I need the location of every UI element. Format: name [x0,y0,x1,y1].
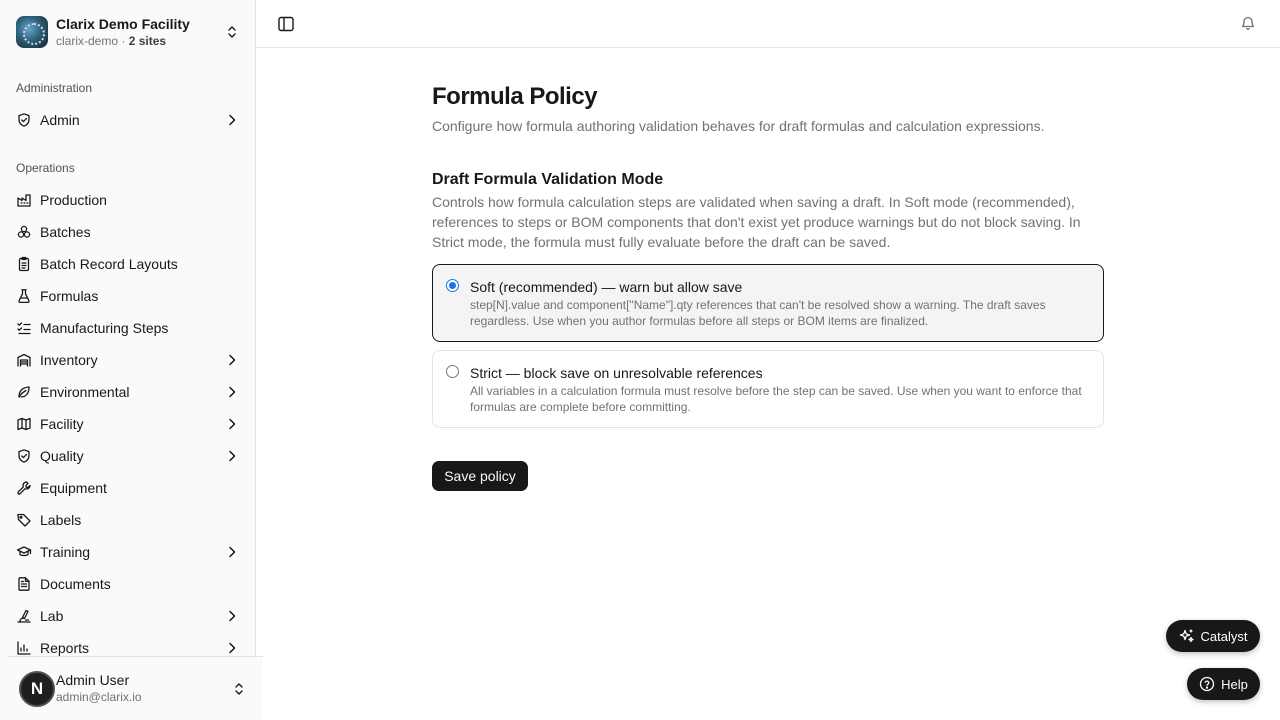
list-checks-icon [16,320,32,336]
option-soft[interactable]: Soft (recommended) — warn but allow save… [432,264,1104,342]
sidebar-item-quality[interactable]: Quality [8,440,248,472]
option-soft-description: step[N].value and component["Name"].qty … [470,298,1046,328]
shield-check-icon [16,112,32,128]
sidebar-item-label: Labels [40,512,82,528]
sidebar-item-label: Reports [40,640,90,656]
chevrons-up-down-icon [228,26,236,38]
sidebar-item-label: Facility [40,416,84,432]
sidebar-item-lab[interactable]: Lab [8,600,248,632]
sidebar-item-label: Production [40,192,107,208]
sidebar-item-label: Equipment [40,480,107,496]
leaf-icon [16,384,32,400]
sidebar-item-documents[interactable]: Documents [8,568,248,600]
sidebar-item-inventory[interactable]: Inventory [8,344,248,376]
sidebar-item-label: Manufacturing Steps [40,320,169,336]
org-sites: 2 sites [128,33,167,48]
help-button[interactable]: Help [1187,668,1260,700]
sidebar-item-label: Environmental [40,384,130,400]
sidebar-item-batches[interactable]: Batches [8,216,248,248]
sidebar-item-production[interactable]: Production [8,184,248,216]
org-separator: · [118,33,129,48]
page-title: Formula Policy [432,83,598,110]
user-email: admin@clarix.io [56,690,142,704]
bell-icon[interactable] [1240,15,1256,31]
top-header [256,0,1280,48]
section-title: Draft Formula Validation Mode [432,171,664,188]
flask-icon [16,288,32,304]
sidebar-toggle-icon[interactable] [276,14,296,34]
boxes-icon [16,224,32,240]
sparkles-icon [1179,629,1194,643]
sidebar-item-label: Formulas [40,288,99,304]
sidebar-item-environmental[interactable]: Environmental [8,376,248,408]
sidebar-item-label: Lab [40,608,64,624]
clipboard-list-icon [16,256,32,272]
org-text: Clarix Demo Facility clarix-demo · 2 sit… [56,16,224,49]
sidebar-item-label: Training [40,544,91,560]
file-text-icon [16,576,32,592]
option-strict[interactable]: Strict — block save on unresolvable refe… [432,350,1104,428]
group-label-administration: Administration [16,81,93,95]
bar-chart-icon [16,640,32,656]
chevron-right-icon [229,450,236,462]
chevron-right-icon [229,418,236,430]
section-description: Controls how formula calculation steps a… [432,194,1081,250]
chevron-right-icon [229,642,236,654]
sidebar-item-batch-record-layouts[interactable]: Batch Record Layouts [8,248,248,280]
sidebar-item-label: Documents [40,576,111,592]
option-strict-description: All variables in a calculation formula m… [470,384,1082,414]
catalyst-label: Catalyst [1200,628,1248,644]
factory-icon [16,192,32,208]
org-switcher[interactable]: Clarix Demo Facility clarix-demo · 2 sit… [8,8,248,56]
org-slug: clarix-demo [56,33,119,48]
chevron-right-icon [229,354,236,366]
group-label-operations: Operations [16,161,75,175]
option-strict-title: Strict — block save on unresolvable refe… [470,365,763,381]
chevrons-up-down-icon [235,682,243,695]
option-soft-title: Soft (recommended) — warn but allow save [470,279,743,295]
sidebar-item-manufacturing-steps[interactable]: Manufacturing Steps [8,312,248,344]
map-icon [16,416,32,432]
sidebar-item-label: Batch Record Layouts [40,256,178,272]
radio-strict[interactable] [446,365,459,378]
user-text: Admin User admin@clarix.io [56,672,231,705]
microscope-icon [16,608,32,624]
avatar: N [19,670,55,707]
sidebar-item-facility[interactable]: Facility [8,408,248,440]
chevron-right-icon [229,114,236,126]
sidebar-item-training[interactable]: Training [8,536,248,568]
help-circle-icon [1199,676,1215,692]
sidebar-item-equipment[interactable]: Equipment [8,472,248,504]
sidebar-item-formulas[interactable]: Formulas [8,280,248,312]
org-subtitle: clarix-demo · 2 sites [56,33,224,49]
radio-soft[interactable] [446,279,459,292]
sidebar-item-label: Quality [40,448,84,464]
chevron-right-icon [229,610,236,622]
chevron-right-icon [229,386,236,398]
sidebar-item-label: Batches [40,224,91,240]
page-description: Configure how formula authoring validati… [432,118,1045,134]
user-menu[interactable]: N Admin User admin@clarix.io [8,656,263,720]
sidebar-item-admin[interactable]: Admin [8,104,248,136]
catalyst-button[interactable]: Catalyst [1166,620,1260,652]
sidebar-item-label: Inventory [40,352,98,368]
save-policy-button[interactable]: Save policy [432,461,528,491]
sidebar-item-labels[interactable]: Labels [8,504,248,536]
wrench-icon [16,480,32,496]
org-name: Clarix Demo Facility [56,15,190,32]
user-name: Admin User [56,672,130,688]
sidebar: Clarix Demo Facility clarix-demo · 2 sit… [0,0,263,720]
help-label: Help [1221,676,1248,692]
graduation-cap-icon [16,544,32,560]
chevron-right-icon [229,546,236,558]
warehouse-icon [16,352,32,368]
shield-check-icon [16,448,32,464]
org-logo [16,16,48,48]
sidebar-item-label: Admin [40,112,80,128]
tag-icon [16,512,32,528]
